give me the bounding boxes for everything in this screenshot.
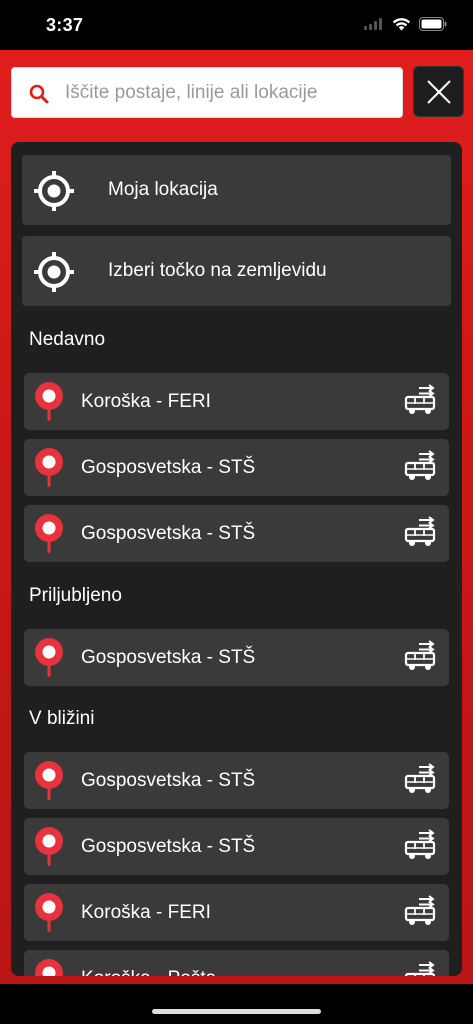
results-panel: Moja lokacija Izberi točko na zemljevidu… bbox=[11, 142, 462, 976]
crosshair-icon bbox=[33, 170, 75, 212]
stop-name: Koroška - FERI bbox=[81, 391, 211, 412]
status-icons bbox=[364, 17, 447, 31]
map-pin-icon bbox=[34, 382, 64, 422]
bus-departures-icon[interactable] bbox=[404, 763, 436, 795]
bus-departures-icon[interactable] bbox=[404, 829, 436, 861]
stop-name: Gosposvetska - STŠ bbox=[81, 836, 256, 857]
stop-name: Koroška - Pošta bbox=[81, 968, 216, 976]
status-time: 3:37 bbox=[46, 15, 84, 35]
stop-list-item[interactable]: Gosposvetska - STŠ bbox=[24, 818, 449, 875]
section-title-recent: Nedavno bbox=[29, 329, 106, 350]
bottom-safe-area bbox=[0, 984, 473, 1024]
pick-on-map-button[interactable]: Izberi točko na zemljevidu bbox=[22, 236, 451, 306]
bus-departures-icon[interactable] bbox=[404, 516, 436, 548]
home-indicator[interactable] bbox=[152, 1009, 321, 1014]
crosshair-icon bbox=[33, 251, 75, 293]
stop-list-item[interactable]: Gosposvetska - STŠ bbox=[24, 629, 449, 686]
cellular-signal-icon bbox=[364, 18, 382, 30]
stop-name: Gosposvetska - STŠ bbox=[81, 770, 256, 791]
action-label: Izberi točko na zemljevidu bbox=[108, 260, 327, 281]
map-pin-icon bbox=[34, 893, 64, 933]
my-location-button[interactable]: Moja lokacija bbox=[22, 155, 451, 225]
stop-list-item[interactable]: Koroška - FERI bbox=[24, 884, 449, 941]
stop-list-item[interactable]: Koroška - FERI bbox=[24, 373, 449, 430]
stop-name: Koroška - FERI bbox=[81, 902, 211, 923]
battery-icon bbox=[419, 17, 447, 31]
bus-departures-icon[interactable] bbox=[404, 961, 436, 976]
search-input[interactable]: Iščite postaje, linije ali lokacije bbox=[11, 67, 403, 118]
map-pin-icon bbox=[34, 448, 64, 488]
bus-departures-icon[interactable] bbox=[404, 640, 436, 672]
map-pin-icon bbox=[34, 638, 64, 678]
status-bar: 3:37 bbox=[0, 0, 473, 50]
search-placeholder: Iščite postaje, linije ali lokacije bbox=[65, 82, 318, 103]
bus-departures-icon[interactable] bbox=[404, 450, 436, 482]
close-icon bbox=[426, 79, 451, 104]
section-title-nearby: V bližini bbox=[29, 708, 95, 729]
map-pin-icon bbox=[34, 827, 64, 867]
stop-name: Gosposvetska - STŠ bbox=[81, 523, 256, 544]
stop-list-item[interactable]: Gosposvetska - STŠ bbox=[24, 439, 449, 496]
stop-list-item[interactable]: Koroška - Pošta bbox=[24, 950, 449, 976]
bus-departures-icon[interactable] bbox=[404, 384, 436, 416]
map-pin-icon bbox=[34, 514, 64, 554]
section-title-favorites: Priljubljeno bbox=[29, 585, 122, 606]
action-label: Moja lokacija bbox=[108, 179, 218, 200]
close-button[interactable] bbox=[413, 66, 464, 117]
wifi-icon bbox=[392, 18, 411, 31]
map-pin-icon bbox=[34, 761, 64, 801]
stop-name: Gosposvetska - STŠ bbox=[81, 457, 256, 478]
stop-name: Gosposvetska - STŠ bbox=[81, 647, 256, 668]
stop-list-item[interactable]: Gosposvetska - STŠ bbox=[24, 505, 449, 562]
stop-list-item[interactable]: Gosposvetska - STŠ bbox=[24, 752, 449, 809]
search-icon bbox=[29, 84, 49, 104]
map-pin-icon bbox=[34, 959, 64, 976]
bus-departures-icon[interactable] bbox=[404, 895, 436, 927]
